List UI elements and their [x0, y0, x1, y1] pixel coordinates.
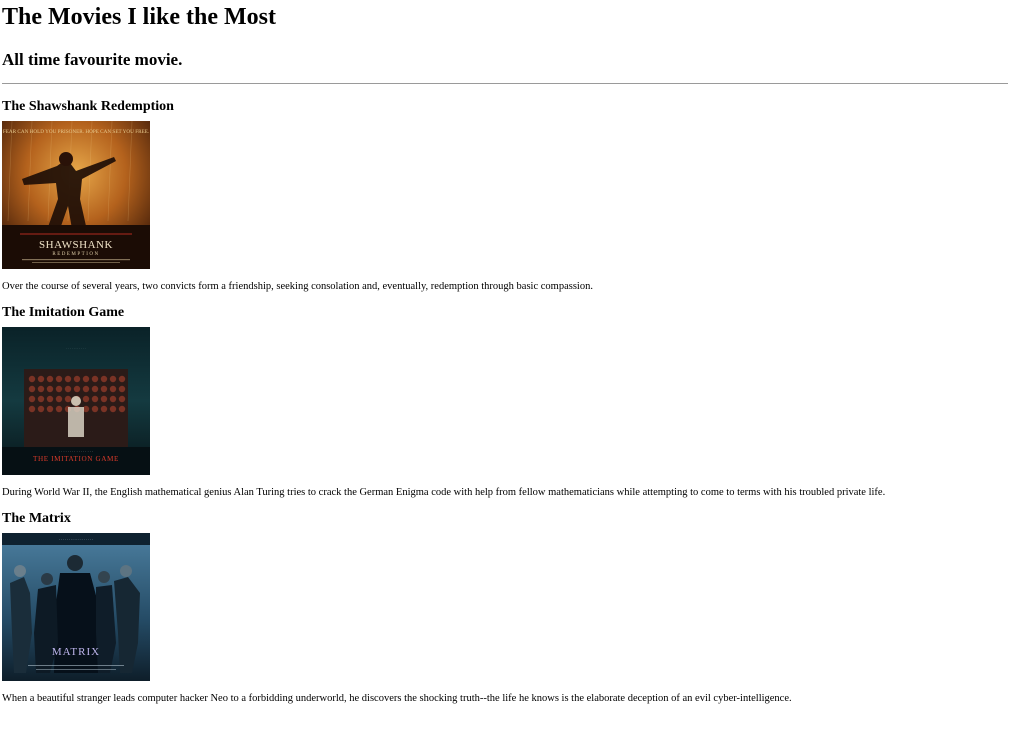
movie-item-matrix: The Matrix · · · · · · · · · · · · · · ·…	[2, 511, 1007, 705]
poster-title-text: THE IMITATION GAME	[33, 455, 119, 463]
poster-tagline: FEAR CAN HOLD YOU PRISONER. HOPE CAN SET…	[3, 129, 149, 135]
poster-image-shawshank: FEAR CAN HOLD YOU PRISONER. HOPE CAN SET…	[2, 121, 150, 269]
page-subtitle: All time favourite movie.	[2, 50, 183, 69]
movie-description: Over the course of several years, two co…	[2, 281, 593, 292]
poster-subtitle-text: REDEMPTION	[52, 252, 99, 257]
poster-image-matrix: · · · · · · · · · · · · · · · · · · MATR…	[2, 533, 150, 681]
movie-description: When a beautiful stranger leads computer…	[2, 693, 792, 704]
poster-title-text: SHAWSHANK	[39, 239, 113, 251]
movie-title: The Imitation Game	[2, 305, 125, 320]
poster-image-imitation-game: · · · · · · · · · · · · · · · · · · · · …	[2, 327, 150, 475]
divider	[2, 83, 1008, 84]
svg-text:· · · · · · · · · · · · · · ·: · · · · · · · · · · · · · · · · · ·	[59, 538, 93, 542]
poster-title-text: MATRIX	[52, 646, 100, 658]
page: The Movies I like the Most All time favo…	[0, 0, 1009, 705]
movie-description: During World War II, the English mathema…	[2, 487, 886, 498]
matrix-poster-art: · · · · · · · · · · · · · · · · · · MATR…	[2, 533, 150, 681]
page-title: The Movies I like the Most	[2, 4, 276, 30]
movie-item-imitation-game: The Imitation Game · · · · · · · · · · ·	[2, 305, 1007, 499]
movie-title: The Matrix	[2, 511, 71, 526]
shawshank-poster-art: FEAR CAN HOLD YOU PRISONER. HOPE CAN SET…	[2, 121, 150, 269]
movie-item-shawshank: The Shawshank Redemption FEAR CAN HOLD Y…	[2, 99, 1007, 293]
svg-text:· · · · · · · · · · · · · · ·: · · · · · · · · · · · · · · · ·	[59, 450, 93, 454]
svg-text:· · · · · · · · · · ·: · · · · · · · · · · ·	[66, 346, 85, 350]
imitation-game-poster-art: · · · · · · · · · · · · · · · · · · · · …	[2, 327, 150, 475]
movie-title: The Shawshank Redemption	[2, 99, 174, 114]
